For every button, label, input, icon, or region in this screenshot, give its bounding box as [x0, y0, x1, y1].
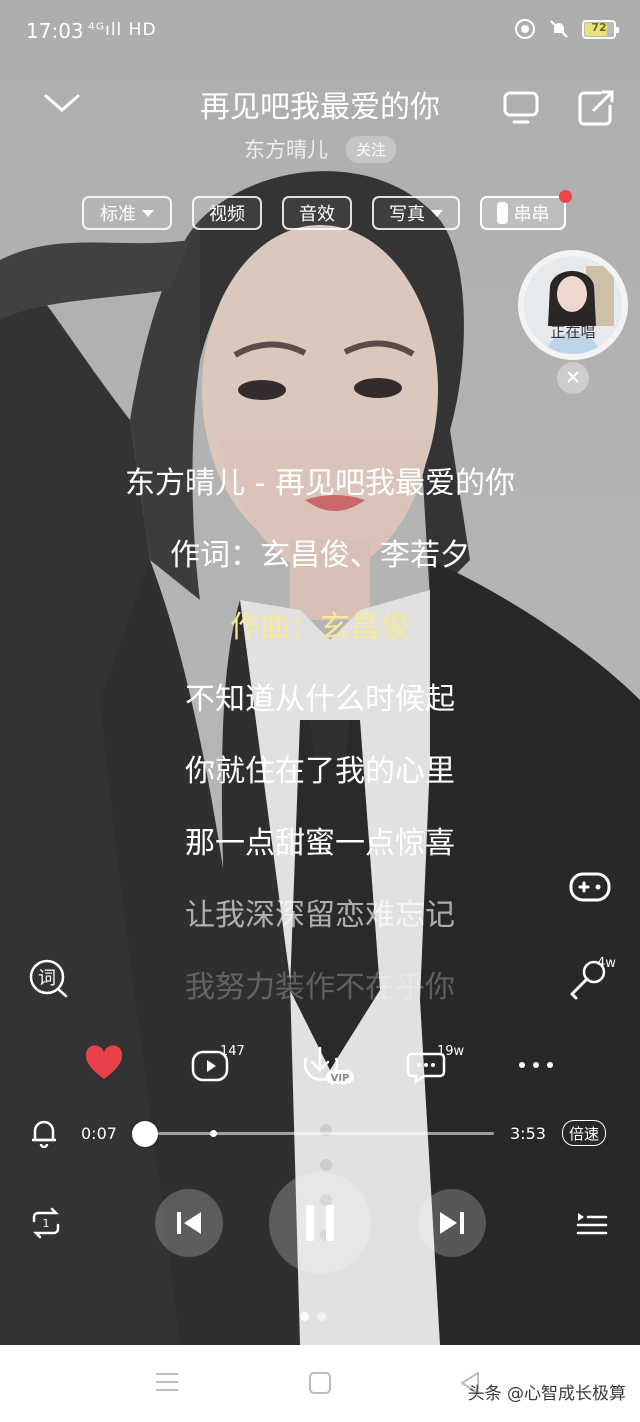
bell-icon — [32, 1120, 56, 1149]
home-square-icon — [309, 1372, 331, 1394]
gamepad-icon — [569, 872, 611, 902]
lyrics-tool-button[interactable]: 词 — [28, 958, 70, 1003]
collapse-button[interactable] — [42, 92, 82, 119]
lyric-line: 让我深深留恋难忘记 — [185, 898, 455, 933]
status-bar: 17:03 ⁴ᴳıll HD 72 — [0, 0, 640, 62]
now-singing-bubble[interactable]: 正在唱 — [518, 250, 628, 360]
current-time: 0:07 — [81, 1124, 117, 1143]
next-button[interactable] — [418, 1189, 486, 1257]
status-icons: 72 — [514, 18, 619, 40]
vip-badge: VIP — [331, 1073, 350, 1084]
battery-level: 72 — [591, 20, 607, 34]
speed-button[interactable]: 倍速 — [562, 1120, 607, 1146]
close-bubble-button[interactable] — [557, 362, 589, 394]
artist-row: 东方晴儿 关注 — [0, 134, 640, 164]
action-row: 147 VIP 19w — [0, 1044, 640, 1104]
now-singing-label: 正在唱 — [550, 323, 596, 341]
lyrics-panel[interactable]: 东方晴儿 - 再见吧我最爱的你 作词：玄昌俊、李若夕 作曲：玄昌俊 不知道从什么… — [0, 462, 640, 1038]
repeat-icon: 1 — [32, 1207, 60, 1239]
tv-icon — [503, 91, 539, 124]
phone-icon — [496, 202, 508, 224]
nav-home-button[interactable] — [306, 1369, 334, 1400]
repeat-button[interactable]: 1 — [28, 1205, 64, 1244]
chip-label: 视频 — [209, 204, 245, 225]
dropdown-arrow-icon — [142, 209, 154, 217]
artist-name[interactable]: 东方晴儿 — [244, 134, 328, 164]
lyrics-icon: 词 — [29, 959, 68, 998]
lyric-line: 我努力装作不在乎你 — [185, 970, 455, 1005]
svg-text:1: 1 — [43, 1217, 50, 1230]
alarm-button[interactable] — [30, 1118, 58, 1151]
dropdown-arrow-icon — [431, 209, 443, 217]
comment-count: 19w — [437, 1044, 465, 1059]
chip-quality[interactable]: 标准 — [82, 196, 172, 230]
chip-label: 串串 — [513, 204, 550, 225]
notification-dot — [559, 190, 572, 203]
chip-video[interactable]: 视频 — [192, 196, 262, 230]
playlist-button[interactable] — [574, 1205, 610, 1244]
close-icon — [567, 370, 579, 383]
seek-knob[interactable] — [131, 1121, 158, 1147]
nav-menu-button[interactable] — [152, 1369, 182, 1398]
chip-chuanchuan[interactable]: 串串 — [480, 190, 572, 230]
lyric-line: 东方晴儿 - 再见吧我最爱的你 — [125, 466, 515, 501]
lyric-line: 你就住在了我的心里 — [185, 754, 455, 789]
download-button[interactable]: VIP — [298, 1044, 356, 1089]
share-icon — [578, 90, 614, 126]
page-dot — [317, 1312, 326, 1321]
seek-bar[interactable] — [131, 1121, 494, 1147]
chip-label: 音效 — [299, 204, 335, 225]
mute-bell-icon — [550, 20, 568, 38]
mode-chips: 标准 视频 音效 写真 串串 — [82, 190, 572, 230]
heart-icon — [85, 1045, 123, 1079]
battery-icon: 72 — [582, 19, 619, 39]
like-button[interactable] — [84, 1044, 124, 1087]
chip-label: 标准 — [100, 204, 136, 225]
singer-avatar: 正在唱 — [524, 256, 622, 354]
skip-previous-icon — [177, 1212, 201, 1234]
chip-sound-effect[interactable]: 音效 — [282, 196, 352, 230]
total-time: 3:53 — [510, 1124, 546, 1143]
pause-button[interactable] — [269, 1172, 371, 1274]
page-dot-active — [300, 1312, 309, 1321]
share-button[interactable] — [576, 88, 616, 131]
download-icon: VIP — [303, 1046, 354, 1084]
chevron-down-icon — [44, 94, 80, 112]
game-button[interactable] — [568, 866, 612, 909]
lyric-line: 不知道从什么时候起 — [185, 682, 455, 717]
previous-button[interactable] — [155, 1189, 223, 1257]
more-icon — [519, 1062, 553, 1068]
record-icon — [515, 19, 535, 39]
cast-button[interactable] — [502, 88, 540, 129]
karaoke-count: 4w — [597, 956, 616, 971]
lyric-line-active: 作曲：玄昌俊 — [230, 610, 410, 645]
follow-button[interactable]: 关注 — [345, 135, 396, 163]
lyric-line: 作词：玄昌俊、李若夕 — [170, 538, 470, 573]
pause-icon — [306, 1205, 334, 1241]
chip-photo[interactable]: 写真 — [372, 196, 460, 230]
network-indicator: ⁴ᴳıll HD — [88, 20, 157, 40]
status-time: 17:03 — [26, 19, 84, 43]
progress-row: 0:07 3:53 倍速 — [0, 1118, 640, 1150]
song-title: 再见吧我最爱的你 — [200, 90, 440, 125]
lyrics-icon-glyph: 词 — [38, 968, 56, 989]
watermark: 头条 @心智成长极算 — [467, 1384, 626, 1404]
playlist-icon — [576, 1213, 608, 1235]
page-indicator — [300, 1312, 326, 1321]
menu-icon — [156, 1373, 178, 1391]
video-count: 147 — [220, 1044, 245, 1059]
lyric-line: 那一点甜蜜一点惊喜 — [185, 826, 455, 861]
system-nav-bar: 头条 @心智成长极算 — [0, 1345, 640, 1422]
buffer-marker — [210, 1130, 218, 1137]
skip-next-icon — [440, 1212, 464, 1234]
chip-label: 写真 — [389, 204, 425, 225]
more-button[interactable] — [514, 1050, 558, 1083]
